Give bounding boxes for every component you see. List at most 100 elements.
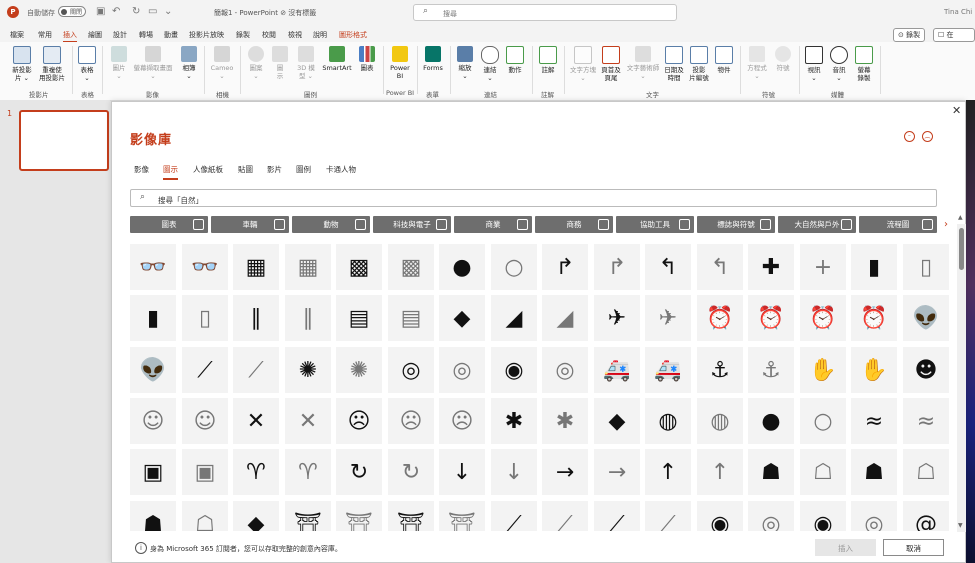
- category-cartoon-people[interactable]: 卡通人物: [326, 164, 356, 175]
- adhesive-bandage-outline-icon[interactable]: ∥: [285, 295, 331, 341]
- athlete-outline-icon[interactable]: ⟋: [645, 501, 691, 531]
- climber-icon[interactable]: ⟋: [491, 501, 537, 531]
- tab-file[interactable]: 檔案: [10, 30, 24, 40]
- slide-thumbnail[interactable]: [19, 110, 109, 171]
- text-box-button[interactable]: 文字方塊 ⌄: [567, 46, 599, 82]
- add-outline-icon[interactable]: +: [800, 244, 846, 290]
- frowning-face-outline-icon[interactable]: ☹: [388, 398, 434, 444]
- autosave-toggle[interactable]: 關閉: [58, 6, 86, 17]
- climber-outline-icon[interactable]: ⟋: [542, 501, 588, 531]
- tab-slideshow[interactable]: 投影片放映: [189, 30, 224, 40]
- scroll-down-icon[interactable]: ▼: [958, 522, 963, 529]
- filter-chip[interactable]: 商業: [454, 216, 532, 233]
- apple-icon[interactable]: ●: [748, 398, 794, 444]
- 3d-glasses-outline-icon[interactable]: 👓: [182, 244, 228, 290]
- alien-icon[interactable]: 👽: [903, 295, 949, 341]
- symbol-button[interactable]: 符號: [772, 46, 794, 72]
- undo-icon[interactable]: ↶: [112, 6, 120, 17]
- category-stickers[interactable]: 貼圖: [238, 164, 253, 175]
- head-brain-icon[interactable]: ☗: [748, 449, 794, 495]
- filter-chip[interactable]: 大自然與戶外: [778, 216, 856, 233]
- measuring-tape-icon[interactable]: ◎: [388, 347, 434, 393]
- address-book-icon[interactable]: ▮: [130, 295, 176, 341]
- person-icon[interactable]: ☗: [130, 501, 176, 531]
- aperture-icon[interactable]: ◍: [645, 398, 691, 444]
- temple-outline-icon[interactable]: ⛩: [439, 501, 485, 531]
- acorn-icon[interactable]: ●: [439, 244, 485, 290]
- button-outline-icon[interactable]: ◎: [542, 347, 588, 393]
- angel-face-icon[interactable]: ☻: [903, 347, 949, 393]
- abacus-icon[interactable]: ▦: [233, 244, 279, 290]
- arrow-up-icon[interactable]: ↑: [645, 449, 691, 495]
- ringing-alarm-icon[interactable]: ⏰: [800, 295, 846, 341]
- coral-outline-icon[interactable]: ✋: [851, 347, 897, 393]
- anchor-icon[interactable]: ⚓: [697, 347, 743, 393]
- ringing-alarm-outline-icon[interactable]: ⏰: [851, 295, 897, 341]
- angry-face-outline-icon[interactable]: ☹: [439, 398, 485, 444]
- equation-button[interactable]: 方程式 ⌄: [744, 46, 770, 80]
- abacus-icon[interactable]: ▩: [336, 244, 382, 290]
- scroll-up-icon[interactable]: ▲: [958, 214, 963, 221]
- screenshot-button[interactable]: 螢幕擷取畫面 ⌄: [130, 46, 176, 80]
- tab-animations[interactable]: 動畫: [164, 30, 178, 40]
- object-button[interactable]: 物件: [713, 46, 735, 74]
- tab-shape-format[interactable]: 圖形格式: [339, 30, 367, 40]
- arrow-right-icon[interactable]: →: [542, 449, 588, 495]
- tab-review[interactable]: 校閱: [262, 30, 276, 40]
- pictures-button[interactable]: 圖片 ⌄: [108, 46, 130, 80]
- aperture-outline-icon[interactable]: ◍: [697, 398, 743, 444]
- zoom-button[interactable]: 縮放 ⌄: [454, 46, 476, 80]
- adhesive-bandage-icon[interactable]: ∥: [233, 295, 279, 341]
- chevron-right-icon[interactable]: ›: [944, 219, 948, 230]
- aquarius-icon[interactable]: ≈: [851, 398, 897, 444]
- video-button[interactable]: 視訊 ⌄: [803, 46, 825, 82]
- ambulance-icon[interactable]: 🚑: [594, 347, 640, 393]
- cameo-button[interactable]: Cameo ⌄: [208, 46, 236, 80]
- aries-icon[interactable]: ♈: [233, 449, 279, 495]
- tab-home[interactable]: 常用: [38, 30, 52, 40]
- head-brain-outline-icon[interactable]: ☖: [800, 449, 846, 495]
- pagoda-outline-icon[interactable]: ⛩: [336, 501, 382, 531]
- astronaut-outline-icon[interactable]: ◎: [748, 501, 794, 531]
- tab-transitions[interactable]: 轉場: [139, 30, 153, 40]
- frowning-face-icon[interactable]: ☹: [336, 398, 382, 444]
- filter-chip[interactable]: 圖表: [130, 216, 208, 233]
- category-icons[interactable]: 圖示: [163, 164, 178, 180]
- apple-outline-icon[interactable]: ○: [800, 398, 846, 444]
- filter-chip[interactable]: 動物: [292, 216, 370, 233]
- filter-chip[interactable]: 協助工具: [616, 216, 694, 233]
- cancel-button[interactable]: 取消: [883, 539, 944, 556]
- coral-icon[interactable]: ✋: [800, 347, 846, 393]
- pagoda-icon[interactable]: ⛩: [285, 501, 331, 531]
- arrow-right-outline-icon[interactable]: →: [594, 449, 640, 495]
- tab-design[interactable]: 設計: [113, 30, 127, 40]
- aquarius-outline-icon[interactable]: ≈: [903, 398, 949, 444]
- grinning-face-outline-icon[interactable]: ☺: [182, 398, 228, 444]
- category-cutout-people[interactable]: 人像紙板: [193, 164, 223, 175]
- yarn-ball-outline-icon[interactable]: ✺: [336, 347, 382, 393]
- ant-outline-icon[interactable]: ✱: [542, 398, 588, 444]
- airplane-outline-icon[interactable]: ✈: [645, 295, 691, 341]
- needle-icon[interactable]: ⟋: [182, 347, 228, 393]
- chart-button[interactable]: 圖表: [356, 46, 378, 72]
- tab-record[interactable]: 錄製: [236, 30, 250, 40]
- architect-drawing-icon[interactable]: ▣: [130, 449, 176, 495]
- alien-outline-icon[interactable]: 👽: [130, 347, 176, 393]
- icon-search-input[interactable]: ⌕ 搜尋「自然」: [130, 189, 937, 207]
- alarm-clock-icon[interactable]: ⏰: [697, 295, 743, 341]
- airplane-icon[interactable]: ✈: [594, 295, 640, 341]
- filter-chip[interactable]: 流程圖: [859, 216, 937, 233]
- new-slide-button[interactable]: 新投影 片 ⌄: [8, 46, 36, 82]
- ant-icon[interactable]: ✱: [491, 398, 537, 444]
- category-illustrations[interactable]: 圖例: [296, 164, 311, 175]
- global-search-input[interactable]: ⌕ 搜尋: [413, 4, 677, 21]
- temple-icon[interactable]: ⛩: [388, 501, 434, 531]
- arrow-up-outline-icon[interactable]: ↑: [697, 449, 743, 495]
- scrollbar-thumb[interactable]: [959, 228, 964, 270]
- athlete-icon[interactable]: ⟋: [594, 501, 640, 531]
- 3d-models-button[interactable]: 3D 模 型 ⌄: [292, 46, 320, 80]
- share-teams-button[interactable]: ☐ 在 Team: [933, 28, 975, 51]
- insert-button[interactable]: 插入: [815, 539, 876, 556]
- action-button[interactable]: 動作: [504, 46, 526, 74]
- person-outline-icon[interactable]: ☖: [182, 501, 228, 531]
